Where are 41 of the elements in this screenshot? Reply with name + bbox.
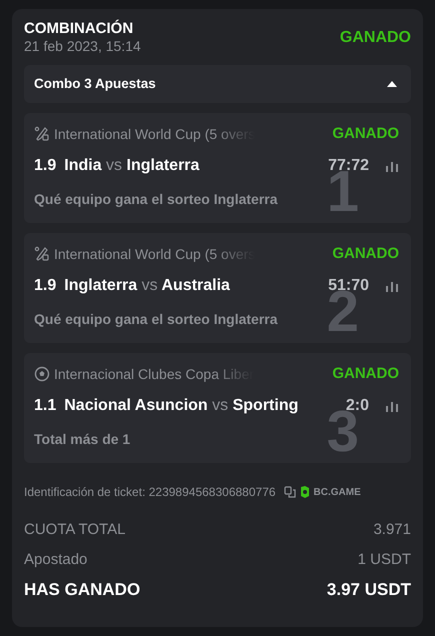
copy-icon[interactable] (284, 486, 296, 498)
status-label: GANADO (332, 124, 399, 144)
stats-icon[interactable] (385, 280, 399, 292)
ticket-id: Identificación de ticket: 2239894568306880776 (24, 484, 276, 501)
summary-value: 3.971 (373, 520, 411, 540)
market-label: Qué equipo gana el sorteo Inglaterra (34, 190, 278, 209)
cricket-bat-icon (34, 246, 50, 262)
brand-logo-icon (300, 486, 310, 498)
stats-icon[interactable] (385, 400, 399, 412)
bet-type-title: COMBINACIÓN (24, 20, 134, 38)
team-name: Inglaterra (64, 276, 138, 294)
team-name: Nacional Asuncion (64, 396, 208, 414)
team-name: Australia (161, 276, 230, 294)
stats-icon[interactable] (385, 160, 399, 172)
versus-label: vs (106, 156, 122, 174)
combo-toggle[interactable]: Combo 3 Apuestas (24, 65, 411, 103)
summary-label: Apostado (24, 550, 88, 570)
odds-value: 1.1 (34, 396, 56, 414)
versus-label: vs (142, 276, 158, 294)
brand-name: BC.GAME (314, 486, 361, 500)
status-label: GANADO (332, 364, 399, 384)
team-name: Sporting (232, 396, 298, 414)
market-label: Qué equipo gana el sorteo Inglaterra (34, 310, 278, 329)
summary-value: 1 USDT (358, 550, 411, 570)
summary-label: CUOTA TOTAL (24, 520, 126, 540)
score: 2:0 (346, 396, 369, 414)
status-label: GANADO (340, 28, 411, 48)
versus-label: vs (212, 396, 228, 414)
odds-value: 1.9 (34, 156, 56, 174)
soccer-ball-icon (34, 366, 50, 382)
summary-label: HAS GANADO (24, 579, 140, 602)
cricket-bat-icon (34, 126, 50, 142)
status-label: GANADO (332, 244, 399, 264)
market-label: Total más de 1 (34, 430, 130, 448)
team-name: India (64, 156, 102, 174)
score: 51:70 (328, 276, 369, 294)
team-name: Inglaterra (126, 156, 200, 174)
bet-date: 21 feb 2023, 15:14 (24, 38, 141, 55)
summary-value: 3.97 USDT (326, 579, 411, 602)
odds-value: 1.9 (34, 276, 56, 294)
score: 77:72 (328, 156, 369, 174)
